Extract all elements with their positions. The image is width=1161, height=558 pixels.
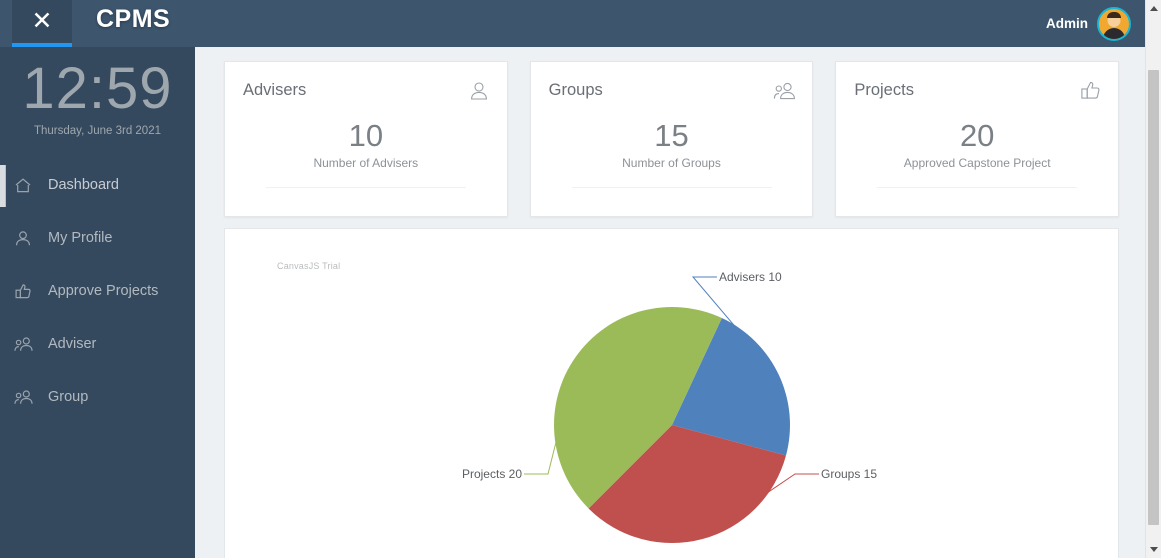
menu-toggle-active-underline xyxy=(12,43,72,47)
home-icon xyxy=(14,175,38,195)
stat-cards-row: Advisers 10 Number of Advisers Groups 15… xyxy=(224,61,1120,217)
chevron-up-icon[interactable] xyxy=(1146,0,1161,17)
pie-label-advisers: Advisers 10 xyxy=(719,270,782,284)
stat-card-divider xyxy=(265,187,466,188)
chevron-down-icon[interactable] xyxy=(1146,541,1161,558)
close-x-icon: ✕ xyxy=(31,7,53,35)
stat-card-projects[interactable]: Projects 20 Approved Capstone Project xyxy=(835,61,1120,217)
pie-slices xyxy=(554,307,790,544)
sidebar-item-adviser[interactable]: Adviser xyxy=(0,318,195,371)
stat-card-value: 15 xyxy=(654,118,689,153)
stat-card-groups[interactable]: Groups 15 Number of Groups xyxy=(529,61,814,217)
sidebar-item-approve-projects[interactable]: Approve Projects xyxy=(0,265,195,318)
stat-card-title: Advisers xyxy=(243,81,307,99)
people-icon xyxy=(14,334,38,354)
sidebar-clock-time: 12:59 xyxy=(22,56,173,121)
stat-card-title: Projects xyxy=(854,81,914,99)
sidebar-item-label: Dashboard xyxy=(48,177,119,194)
user-avatar-icon[interactable] xyxy=(1097,6,1131,41)
page-scrollbar[interactable] xyxy=(1145,0,1161,558)
sidebar-item-my-profile[interactable]: My Profile xyxy=(0,212,195,265)
sidebar-scroll-indicator[interactable] xyxy=(0,165,6,207)
user-menu[interactable]: Admin xyxy=(1046,0,1131,47)
sidebar-item-label: Adviser xyxy=(48,336,97,353)
sidebar-item-label: Group xyxy=(48,389,89,406)
sidebar-clock-date: Thursday, June 3rd 2021 xyxy=(33,124,161,137)
app-brand-title: CPMS xyxy=(96,5,171,33)
thumbs-up-icon xyxy=(14,281,38,301)
pie-chart[interactable]: Advisers 10 Groups 15 Projects 20 xyxy=(225,229,1119,558)
sidebar-item-dashboard[interactable]: Dashboard xyxy=(0,159,195,212)
user-name-label: Admin xyxy=(1046,16,1088,31)
dashboard-page: ✕ CPMS Admin 12:59 Thursday, June 3rd 20… xyxy=(0,0,1161,558)
stat-card-title: Groups xyxy=(548,81,603,99)
user-icon xyxy=(14,228,38,248)
stat-card-divider xyxy=(877,187,1078,188)
sidebar-item-label: Approve Projects xyxy=(48,283,159,300)
stat-card-value: 10 xyxy=(348,118,384,153)
people-icon xyxy=(773,80,796,102)
sidebar: 12:59 Thursday, June 3rd 2021 Dashboard xyxy=(0,47,195,558)
stat-card-subtitle: Approved Capstone Project xyxy=(903,156,1051,170)
user-icon xyxy=(468,80,490,102)
top-bar: ✕ CPMS Admin xyxy=(0,0,1145,47)
stat-card-subtitle: Number of Advisers xyxy=(313,156,419,170)
sidebar-item-group[interactable]: Group xyxy=(0,371,195,424)
pie-label-projects: Projects 20 xyxy=(462,467,522,481)
stat-card-subtitle: Number of Groups xyxy=(622,156,721,170)
scrollbar-thumb[interactable] xyxy=(1148,70,1159,525)
people-icon xyxy=(14,387,38,407)
menu-toggle-button[interactable]: ✕ xyxy=(12,0,72,47)
stat-card-advisers[interactable]: Advisers 10 Number of Advisers xyxy=(224,61,508,217)
pie-label-groups: Groups 15 xyxy=(821,467,877,481)
sidebar-nav: Dashboard My Profile Approve Projects Ad… xyxy=(0,159,195,424)
thumbs-up-icon xyxy=(1079,80,1101,102)
stat-card-value: 20 xyxy=(959,118,995,153)
pie-chart-panel: CanvasJS Trial Advisers 10 Groups 15 Pro… xyxy=(224,228,1119,558)
main-content: Advisers 10 Number of Advisers Groups 15… xyxy=(195,47,1145,558)
sidebar-item-label: My Profile xyxy=(48,230,113,247)
stat-card-divider xyxy=(571,187,772,188)
avatar-hair xyxy=(1107,11,1121,18)
avatar-body xyxy=(1103,27,1125,39)
